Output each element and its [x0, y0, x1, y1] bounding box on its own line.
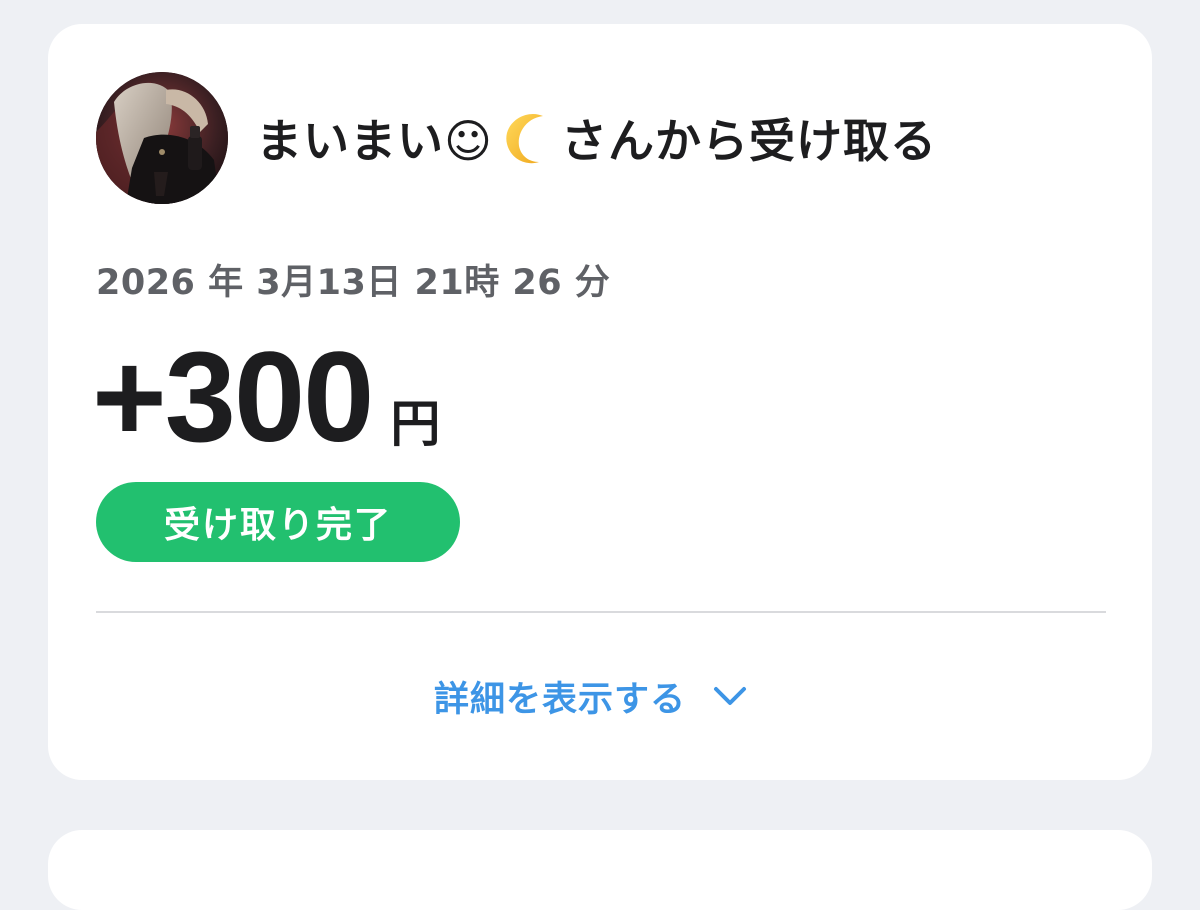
sender-name: まいまい☺︎ [256, 114, 493, 168]
transaction-amount: +300 円 [92, 324, 440, 471]
currency-unit: 円 [390, 395, 441, 453]
show-details-label: 詳細を表示する [434, 679, 687, 720]
chevron-down-icon [714, 687, 747, 705]
crescent-moon-icon [499, 108, 559, 168]
avatar [96, 72, 228, 204]
amount-value: +300 [92, 326, 374, 469]
divider [96, 611, 1106, 613]
next-transaction-card[interactable] [48, 830, 1152, 910]
transaction-timestamp: 2026 年 3月13日 21時 26 分 [96, 263, 611, 303]
transaction-card: まいまい☺︎ さんから受け取る 2026 年 3月13日 21時 26 分 +3… [48, 24, 1152, 780]
title-suffix: さんから受け取る [560, 114, 937, 168]
show-details-button[interactable]: 詳細を表示する [434, 668, 748, 724]
transaction-title: まいまい☺︎ さんから受け取る [256, 105, 937, 171]
status-badge: 受け取り完了 [96, 482, 460, 562]
status-badge-label: 受け取り完了 [163, 505, 392, 546]
transaction-header: まいまい☺︎ さんから受け取る [96, 72, 937, 204]
